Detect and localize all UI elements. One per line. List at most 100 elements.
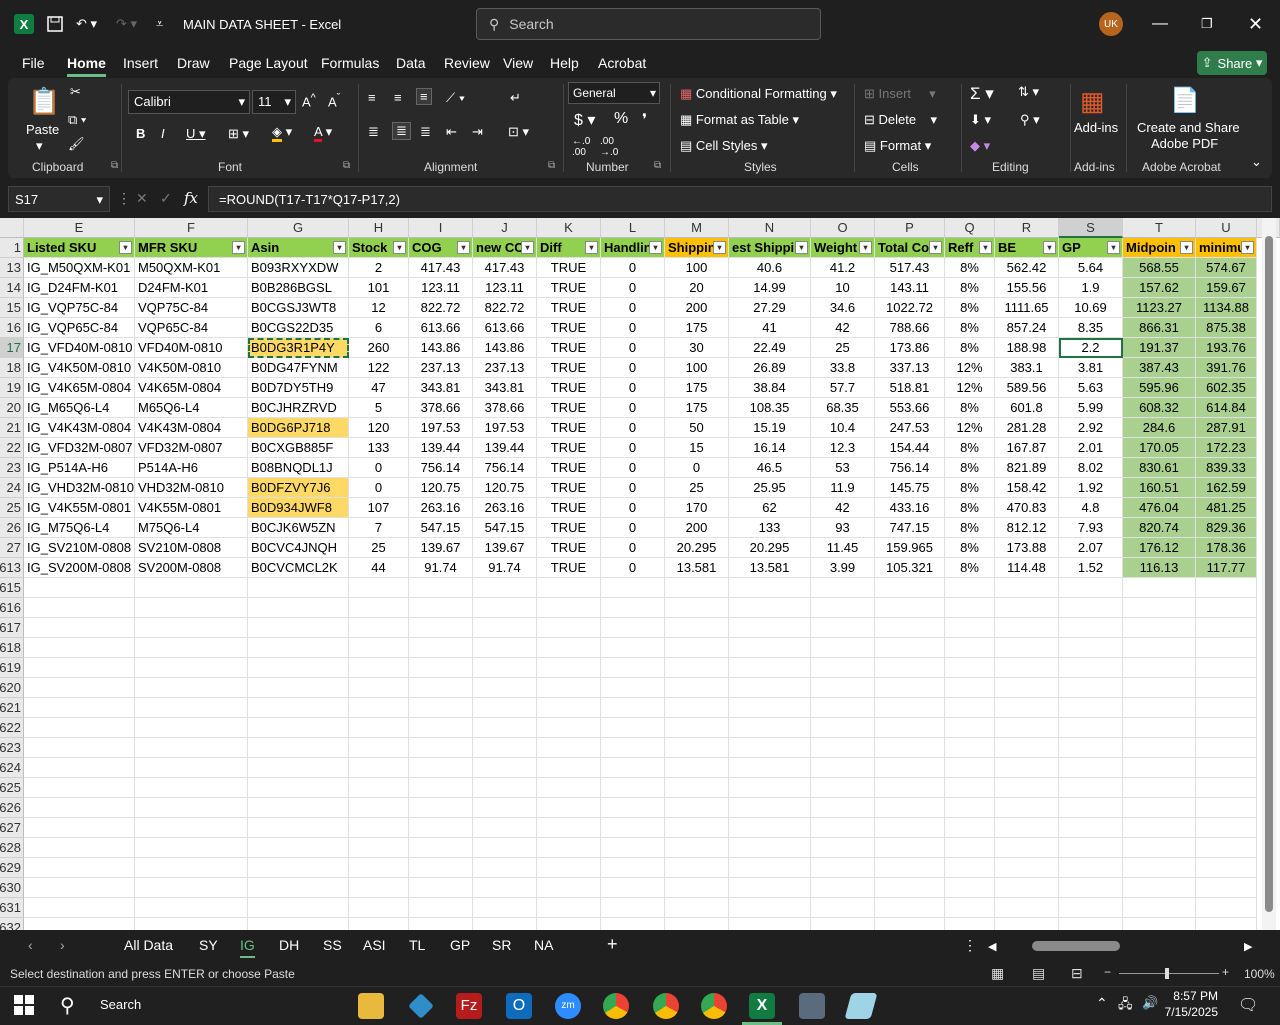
table-cell[interactable]: B0CJK6W5ZN — [248, 518, 349, 538]
column-header[interactable]: I — [409, 218, 473, 238]
table-cell[interactable]: 875.38 — [1196, 318, 1257, 338]
table-cell[interactable]: 173.88 — [995, 538, 1059, 558]
table-cell[interactable]: 62 — [729, 498, 811, 518]
table-cell[interactable]: 1123.27 — [1123, 298, 1196, 318]
empty-cell[interactable] — [995, 718, 1059, 738]
table-cell[interactable]: 433.16 — [875, 498, 945, 518]
empty-cell[interactable] — [995, 918, 1059, 930]
table-cell[interactable]: TRUE — [537, 518, 601, 538]
empty-cell[interactable] — [248, 878, 349, 898]
empty-cell[interactable] — [665, 878, 729, 898]
table-cell[interactable]: 38.84 — [729, 378, 811, 398]
empty-cell[interactable] — [1196, 778, 1257, 798]
empty-cell[interactable] — [1123, 678, 1196, 698]
table-cell[interactable]: 3.81 — [1059, 358, 1123, 378]
empty-cell[interactable] — [811, 698, 875, 718]
empty-cell[interactable] — [995, 758, 1059, 778]
table-cell[interactable]: 4.8 — [1059, 498, 1123, 518]
menu-acrobat[interactable]: Acrobat — [598, 55, 646, 71]
filter-dropdown-icon[interactable]: ▾ — [232, 241, 245, 254]
empty-cell[interactable] — [473, 678, 537, 698]
file-explorer-icon[interactable] — [358, 993, 384, 1019]
menu-help[interactable]: Help — [550, 55, 579, 71]
table-cell[interactable]: B0CVCMCL2K — [248, 558, 349, 578]
empty-cell[interactable] — [537, 858, 601, 878]
table-cell[interactable]: 22.49 — [729, 338, 811, 358]
empty-cell[interactable] — [24, 838, 135, 858]
zoom-app-icon[interactable]: zm — [555, 993, 581, 1019]
empty-cell[interactable] — [729, 638, 811, 658]
wrap-text-icon[interactable]: ↵ — [510, 90, 521, 106]
empty-cell[interactable] — [537, 798, 601, 818]
column-header[interactable]: N — [729, 218, 811, 238]
table-cell[interactable]: B0DG47FYNM — [248, 358, 349, 378]
empty-cell[interactable] — [945, 858, 995, 878]
empty-cell[interactable] — [409, 678, 473, 698]
empty-cell[interactable] — [665, 898, 729, 918]
empty-cell[interactable] — [349, 858, 409, 878]
empty-cell[interactable] — [248, 758, 349, 778]
table-cell[interactable]: 613.66 — [409, 318, 473, 338]
table-cell[interactable]: IG_M65Q6-L4 — [24, 398, 135, 418]
zoom-thumb[interactable] — [1165, 968, 1169, 979]
filter-dropdown-icon[interactable]: ▾ — [1241, 241, 1254, 254]
table-cell[interactable]: 25 — [665, 478, 729, 498]
empty-cell[interactable] — [248, 718, 349, 738]
table-cell[interactable]: 33.8 — [811, 358, 875, 378]
filter-dropdown-icon[interactable]: ▾ — [457, 241, 470, 254]
empty-cell[interactable] — [875, 718, 945, 738]
table-cell[interactable]: 8% — [945, 278, 995, 298]
empty-cell[interactable] — [1059, 858, 1123, 878]
empty-cell[interactable] — [1059, 838, 1123, 858]
table-cell[interactable]: 2.2 — [1059, 338, 1123, 358]
row-header[interactable]: 620 — [0, 678, 24, 698]
empty-cell[interactable] — [409, 578, 473, 598]
empty-cell[interactable] — [1196, 758, 1257, 778]
empty-cell[interactable] — [409, 898, 473, 918]
empty-cell[interactable] — [349, 718, 409, 738]
table-cell[interactable]: 8% — [945, 498, 995, 518]
row-header[interactable]: 22 — [0, 438, 24, 458]
table-cell[interactable]: 822.72 — [473, 298, 537, 318]
empty-cell[interactable] — [601, 638, 665, 658]
empty-cell[interactable] — [248, 738, 349, 758]
formula-input[interactable]: =ROUND(T17-T17*Q17-P17,2) — [208, 186, 1272, 212]
empty-cell[interactable] — [349, 678, 409, 698]
table-cell[interactable]: 173.86 — [875, 338, 945, 358]
empty-cell[interactable] — [135, 658, 248, 678]
table-cell[interactable]: 281.28 — [995, 418, 1059, 438]
table-cell[interactable]: 159.965 — [875, 538, 945, 558]
empty-cell[interactable] — [665, 658, 729, 678]
menu-file[interactable]: File — [22, 55, 45, 71]
empty-cell[interactable] — [945, 638, 995, 658]
row-header[interactable]: 626 — [0, 798, 24, 818]
table-cell[interactable]: 123.11 — [409, 278, 473, 298]
empty-cell[interactable] — [24, 778, 135, 798]
network-icon[interactable]: 🖧 — [1118, 995, 1133, 1017]
table-cell[interactable]: TRUE — [537, 478, 601, 498]
table-cell[interactable]: SV200M-0808 — [135, 558, 248, 578]
scroll-right-icon[interactable]: ▶ — [1244, 940, 1252, 953]
row-header[interactable]: 619 — [0, 658, 24, 678]
align-center-icon[interactable]: ≣ — [392, 122, 411, 140]
table-cell[interactable]: IG_SV210M-0808 — [24, 538, 135, 558]
table-cell[interactable]: M65Q6-L4 — [135, 398, 248, 418]
table-cell[interactable]: IG_V4K50M-0810 — [24, 358, 135, 378]
empty-cell[interactable] — [601, 838, 665, 858]
empty-cell[interactable] — [24, 658, 135, 678]
row-header[interactable]: 13 — [0, 258, 24, 278]
row-header[interactable]: 26 — [0, 518, 24, 538]
table-cell[interactable]: 343.81 — [409, 378, 473, 398]
empty-cell[interactable] — [811, 818, 875, 838]
table-cell[interactable]: 0 — [601, 338, 665, 358]
row-header[interactable]: 18 — [0, 358, 24, 378]
empty-cell[interactable] — [409, 638, 473, 658]
tab-tl[interactable]: TL — [409, 937, 425, 953]
table-cell[interactable]: IG_V4K65M-0804 — [24, 378, 135, 398]
table-cell[interactable]: D24FM-K01 — [135, 278, 248, 298]
empty-cell[interactable] — [24, 578, 135, 598]
empty-cell[interactable] — [1059, 798, 1123, 818]
empty-cell[interactable] — [349, 698, 409, 718]
empty-cell[interactable] — [135, 898, 248, 918]
empty-cell[interactable] — [473, 698, 537, 718]
